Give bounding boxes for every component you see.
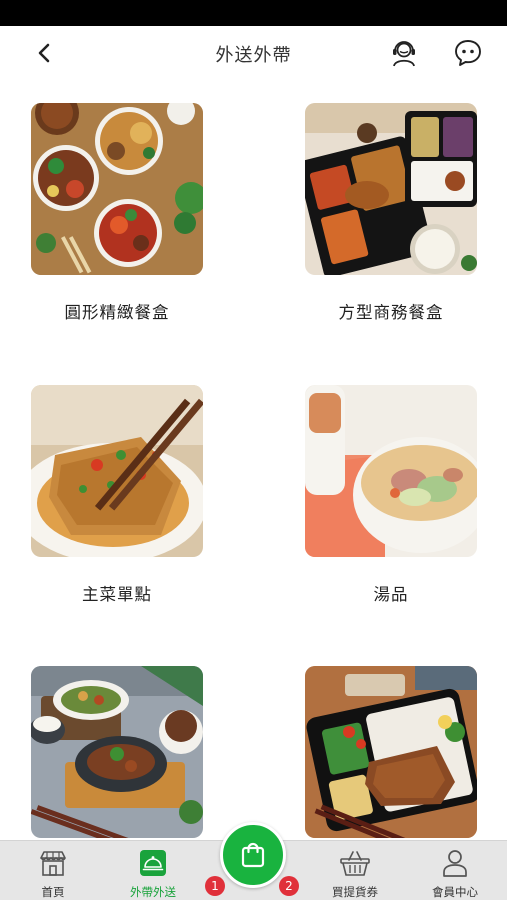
category-label: 湯品 bbox=[373, 585, 409, 604]
basket-icon bbox=[340, 851, 370, 876]
person-icon bbox=[443, 850, 467, 877]
category-label: 主菜單點 bbox=[82, 585, 152, 604]
tab-label: 會員中心 bbox=[432, 885, 478, 899]
storefront-icon bbox=[40, 851, 66, 876]
shopping-bag-icon bbox=[241, 842, 265, 868]
cart-badge-count-1: 1 bbox=[205, 876, 225, 896]
category-card-set-meal[interactable] bbox=[31, 666, 203, 838]
tab-label: 外帶外送 bbox=[130, 885, 176, 899]
category-image bbox=[305, 385, 477, 557]
category-card-round-bento[interactable]: 圓形精緻餐盒 bbox=[31, 103, 203, 322]
nav-bar: 外送外帶 bbox=[0, 26, 507, 80]
category-label: 方型商務餐盒 bbox=[338, 303, 444, 322]
cart-button[interactable] bbox=[220, 822, 286, 888]
headset-agent-icon bbox=[393, 41, 415, 67]
category-card-soups[interactable]: 湯品 bbox=[305, 385, 477, 604]
cart-badge-count-2: 2 bbox=[279, 876, 299, 896]
category-image bbox=[31, 666, 203, 838]
tab-member-center[interactable]: 會員中心 bbox=[410, 841, 500, 900]
category-card-square-bento[interactable]: 方型商務餐盒 bbox=[305, 103, 477, 322]
tab-takeout-delivery[interactable]: 外帶外送 bbox=[108, 841, 198, 900]
tab-buy-vouchers[interactable]: 買提貨券 bbox=[310, 841, 400, 900]
category-card-main-dishes[interactable]: 主菜單點 bbox=[31, 385, 203, 604]
chat-button[interactable] bbox=[450, 36, 486, 70]
category-image bbox=[305, 103, 477, 275]
page-title: 外送外帶 bbox=[215, 45, 292, 66]
category-image bbox=[31, 385, 203, 557]
tab-label: 首頁 bbox=[41, 885, 65, 899]
tab-home[interactable]: 首頁 bbox=[8, 841, 98, 900]
customer-service-button[interactable] bbox=[386, 36, 422, 70]
category-image bbox=[305, 666, 477, 838]
category-image bbox=[31, 103, 203, 275]
chat-bubble-icon bbox=[455, 40, 481, 66]
category-card-steak-bento[interactable] bbox=[305, 666, 477, 838]
category-label: 圓形精緻餐盒 bbox=[64, 303, 170, 322]
status-bar bbox=[0, 0, 507, 26]
tab-label: 買提貨券 bbox=[332, 885, 378, 899]
cloche-icon bbox=[140, 850, 166, 876]
category-grid: 圓形精緻餐盒 方型商務餐盒 主菜單點 湯品 bbox=[0, 80, 507, 840]
